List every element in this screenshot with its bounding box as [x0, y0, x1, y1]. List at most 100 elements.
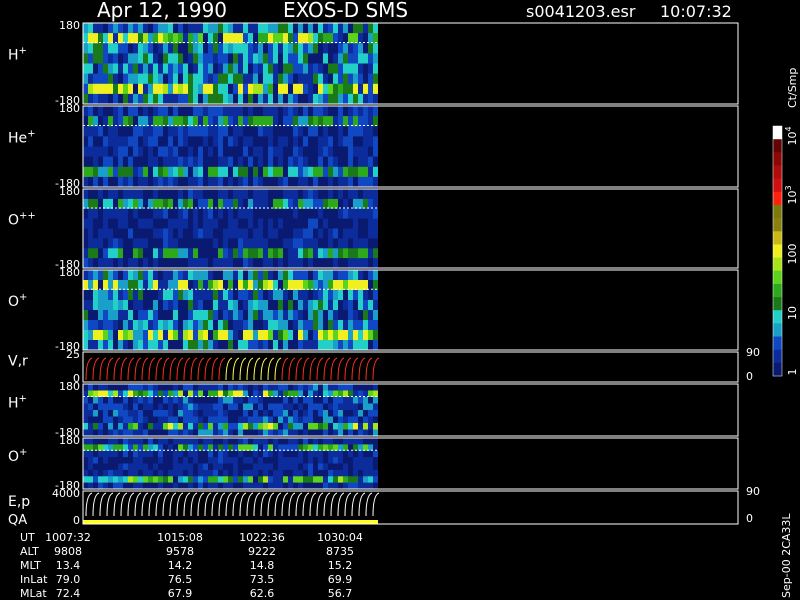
pixel-cell [158, 228, 163, 239]
pixel-cell [343, 93, 348, 105]
pixel-cell [313, 330, 318, 341]
pixel-cell [138, 429, 143, 437]
pixel-cell [268, 429, 273, 437]
pixel-cell [263, 482, 268, 490]
pixel-cell [273, 310, 278, 321]
pixel-cell [348, 23, 353, 34]
pixel-cell [308, 320, 313, 331]
pixel-cell [198, 310, 203, 321]
pixel-cell [133, 93, 138, 105]
pixel-cell [313, 63, 318, 75]
pixel-cell [143, 397, 148, 404]
pixel-cell [278, 83, 283, 95]
pixel-cell [333, 290, 338, 301]
pixel-cell [223, 403, 228, 411]
pixel-cell [333, 416, 338, 424]
pixel-cell [83, 330, 88, 341]
velocity-trace [183, 357, 191, 381]
pixel-cell [148, 423, 153, 430]
pixel-cell [113, 300, 118, 311]
pixel-cell [253, 126, 258, 137]
pixel-cell [298, 136, 303, 147]
pixel-cell [208, 410, 213, 417]
pixel-cell [363, 429, 368, 437]
pixel-cell [233, 429, 238, 437]
pixel-cell [143, 93, 148, 105]
pixel-cell [263, 166, 268, 178]
pixel-cell [353, 330, 358, 341]
pixel-cell [238, 340, 243, 351]
pixel-cell [233, 320, 238, 331]
pixel-cell [158, 416, 163, 424]
pixel-cell [203, 300, 208, 311]
pixel-cell [353, 258, 358, 269]
pixel-cell [303, 320, 308, 331]
colorbar-unit: Ct/Smp [786, 68, 799, 108]
pixel-cell [313, 270, 318, 281]
pixel-cell [253, 93, 258, 105]
pixel-cell [353, 176, 358, 188]
pixel-cell [283, 166, 288, 178]
pixel-cell [373, 146, 378, 158]
pixel-cell [193, 403, 198, 411]
pixel-cell [103, 63, 108, 75]
pixel-cell [233, 384, 238, 391]
pixel-cell [323, 83, 328, 95]
pixel-cell [238, 384, 243, 391]
pixel-cell [258, 146, 263, 158]
pixel-cell [108, 83, 113, 95]
pixel-cell [283, 208, 288, 220]
pixel-cell [93, 23, 98, 34]
pixel-cell [103, 228, 108, 239]
pixel-cell [338, 450, 343, 458]
pixel-cell [248, 476, 253, 484]
pixel-cell [373, 403, 378, 411]
pixel-cell [318, 403, 323, 411]
pixel-cell [98, 410, 103, 417]
pixel-cell [168, 340, 173, 351]
pixel-cell [178, 320, 183, 331]
pixel-cell [273, 23, 278, 34]
colorbar-tick: 1 [786, 369, 799, 376]
pixel-cell [228, 290, 233, 301]
pixel-cell [88, 126, 93, 137]
pixel-cell [253, 156, 258, 168]
pixel-cell [293, 320, 298, 331]
pixel-cell [223, 300, 228, 311]
pixel-cell [123, 423, 128, 430]
pixel-cell [308, 290, 313, 301]
pixel-cell [208, 208, 213, 220]
pixel-cell [243, 166, 248, 178]
pixel-cell [263, 410, 268, 417]
pixel-cell [103, 238, 108, 249]
pixel-cell [278, 403, 283, 411]
pixel-cell [258, 228, 263, 239]
energy-trace [295, 492, 303, 517]
pixel-cell [238, 238, 243, 249]
pixel-cell [238, 63, 243, 75]
pixel-cell [173, 63, 178, 75]
pixel-cell [148, 457, 153, 464]
pixel-cell [263, 248, 268, 259]
pixel-cell [283, 482, 288, 490]
pixel-cell [218, 238, 223, 249]
pixel-cell [108, 208, 113, 220]
pixel-cell [183, 146, 188, 158]
pixel-cell [253, 189, 258, 200]
pixel-cell [303, 397, 308, 404]
pixel-cell [138, 330, 143, 341]
pixel-cell [293, 397, 298, 404]
pixel-cell [293, 330, 298, 341]
pixel-cell [203, 416, 208, 424]
pixel-cell [343, 423, 348, 430]
pixel-cell [103, 93, 108, 105]
pixel-cell [113, 429, 118, 437]
pixel-cell [83, 23, 88, 34]
pixel-cell [183, 300, 188, 311]
pixel-cell [83, 228, 88, 239]
pixel-cell [113, 189, 118, 200]
pixel-cell [93, 83, 98, 95]
pixel-cell [158, 300, 163, 311]
pixel-cell [368, 53, 373, 64]
pixel-cell [343, 146, 348, 158]
